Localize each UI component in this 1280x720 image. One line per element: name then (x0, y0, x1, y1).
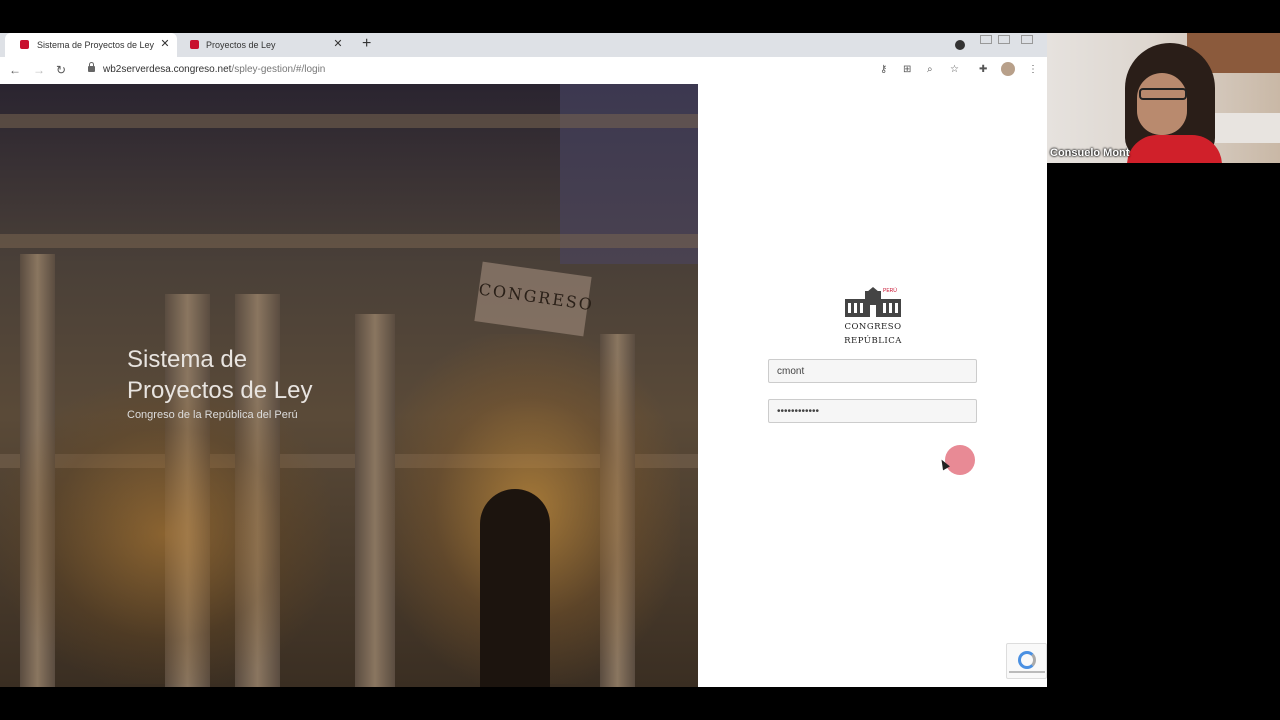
cornice (0, 234, 698, 248)
tab-title: Sistema de Proyectos de Ley (37, 40, 155, 50)
browser-window: Sistema de Proyectos de Ley ✕ Proyectos … (0, 33, 1047, 687)
reload-icon[interactable]: ↻ (56, 63, 66, 77)
system-title-line: Proyectos de Ley (127, 377, 313, 404)
logo-text-line: CONGRESO (844, 322, 902, 332)
recaptcha-badge[interactable] (1006, 643, 1047, 679)
new-tab-icon[interactable]: + (362, 36, 371, 52)
address-bar[interactable]: wb2serverdesa.congreso.net/spley-gestion… (103, 64, 325, 75)
browser-toolbar: ← → ↻ wb2serverdesa.congreso.net/spley-g… (0, 57, 1047, 85)
warm-light (0, 384, 330, 684)
system-title: Sistema de Proyectos de Ley (127, 344, 312, 406)
congreso-logo: PERÚ CONGRESO REPÚBLICA (843, 287, 903, 347)
bookmark-star-icon[interactable]: ☆ (950, 64, 959, 76)
recaptcha-caption (1009, 671, 1045, 673)
building-sign: CONGRESO (474, 261, 596, 337)
translate-icon[interactable]: ⊞ (903, 64, 911, 76)
tab-title: Proyectos de Ley (206, 40, 276, 50)
back-icon[interactable]: ← (9, 63, 21, 77)
close-icon[interactable]: ✕ (159, 38, 171, 50)
system-subtitle: Congreso de la República del Perú (127, 409, 298, 421)
recaptcha-icon (1018, 651, 1036, 669)
building-sign-text: CONGRESO (477, 279, 596, 315)
system-title-line: Sistema de (127, 346, 248, 373)
cornice (0, 114, 698, 128)
hero-image: CONGRESO Sistema de Proyectos de Ley Con… (0, 84, 698, 687)
participant-video: Consuelo Mont (1047, 33, 1280, 163)
profile-avatar[interactable] (1001, 62, 1015, 76)
minimize-icon[interactable] (980, 35, 992, 44)
congreso-favicon-icon (190, 40, 199, 49)
participant-figure (1127, 135, 1222, 163)
login-panel: PERÚ CONGRESO REPÚBLICA (698, 84, 1047, 687)
restore-icon[interactable] (998, 35, 1010, 44)
url-domain: wb2serverdesa.congreso.net (103, 64, 232, 75)
password-input[interactable] (768, 399, 977, 423)
url-path: /spley-gestion/#/login (231, 64, 326, 75)
participant-figure (1137, 73, 1187, 135)
tab-strip: Sistema de Proyectos de Ley ✕ Proyectos … (0, 33, 1047, 57)
video-background (1212, 113, 1280, 143)
congreso-favicon-icon (20, 40, 29, 49)
participant-figure (1139, 88, 1187, 100)
tab-proyectos[interactable]: Proyectos de Ley ✕ (180, 33, 350, 57)
username-input[interactable] (768, 359, 977, 383)
click-indicator (945, 445, 975, 475)
participant-name: Consuelo Mont (1050, 147, 1130, 159)
close-window-icon[interactable] (1021, 35, 1033, 44)
forward-icon[interactable]: → (33, 63, 45, 77)
entrance-arch (480, 489, 550, 687)
tab-search-icon[interactable] (955, 40, 965, 50)
close-icon[interactable]: ✕ (332, 38, 344, 50)
tab-sistema[interactable]: Sistema de Proyectos de Ley ✕ (5, 33, 177, 57)
key-icon[interactable]: ⚷ (880, 64, 887, 76)
logo-country: PERÚ (883, 288, 897, 294)
extensions-icon[interactable]: ✚ (979, 64, 987, 76)
zoom-icon[interactable]: ⌕ (927, 64, 933, 76)
lock-icon[interactable] (88, 62, 95, 72)
menu-icon[interactable]: ⋮ (1028, 64, 1038, 76)
logo-text-line: REPÚBLICA (844, 336, 902, 346)
